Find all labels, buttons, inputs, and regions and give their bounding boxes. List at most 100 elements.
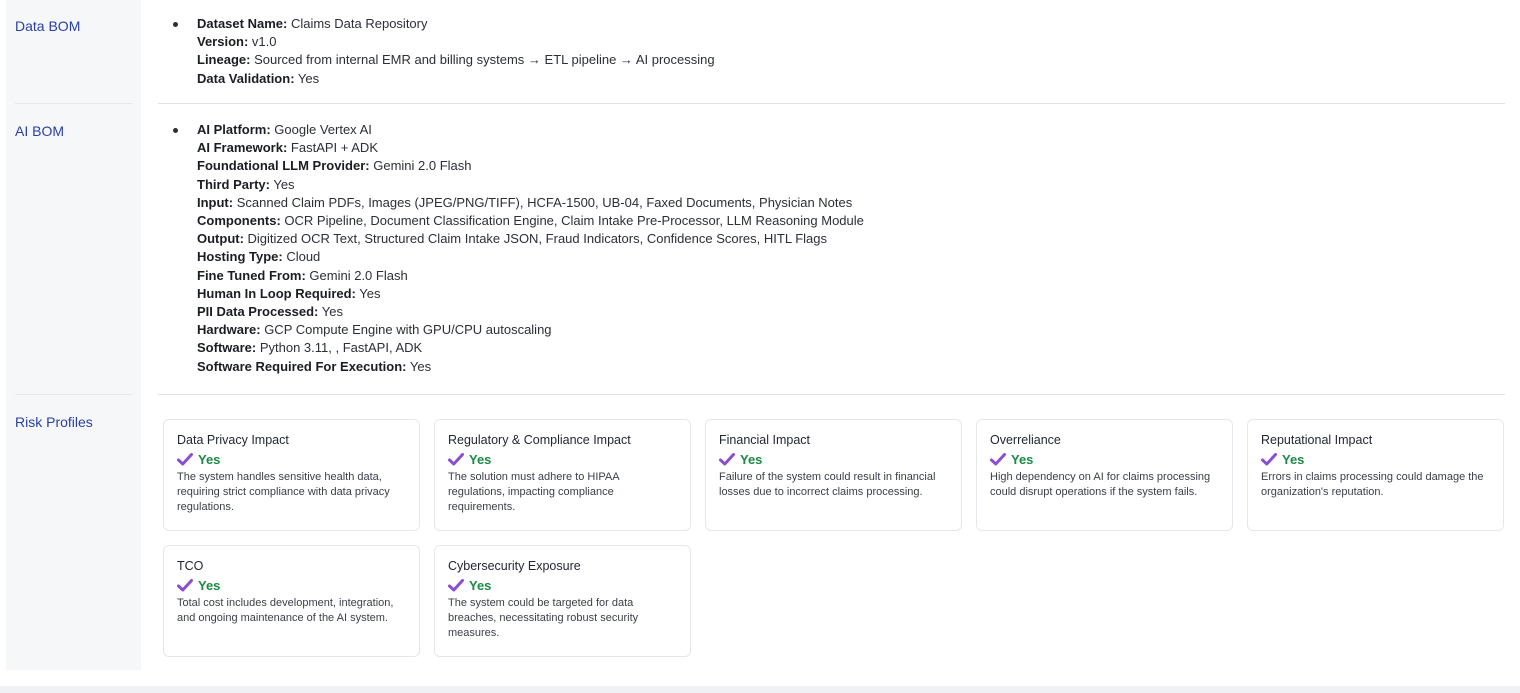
bom-entry-key: Third Party: bbox=[197, 176, 270, 192]
bom-entry-key: Hardware: bbox=[197, 322, 261, 338]
risk-status-text: Yes bbox=[469, 452, 492, 467]
bom-entry: PII Data Processed: Yes bbox=[158, 303, 1505, 321]
check-icon bbox=[719, 453, 735, 466]
risk-title: Data Privacy Impact bbox=[177, 433, 289, 447]
section-label-risk-profiles: Risk Profiles bbox=[15, 414, 93, 430]
risk-description: The solution must adhere to HIPAA regula… bbox=[448, 471, 619, 514]
bom-entry-value: Scanned Claim PDFs, Images (JPEG/PNG/TIF… bbox=[233, 194, 853, 210]
bom-entry-value: OCR Pipeline, Document Classification En… bbox=[280, 213, 864, 229]
bom-entry-value: FastAPI + ADK bbox=[287, 140, 378, 156]
risk-status: Yes bbox=[448, 452, 677, 467]
section-divider bbox=[158, 103, 1505, 104]
data-bom-list: Dataset Name: Claims Data Repository Vers… bbox=[158, 15, 1505, 88]
risk-card: TCO Yes Total cost includes development, i… bbox=[163, 545, 420, 657]
risk-status: Yes bbox=[719, 452, 948, 467]
risk-card: Cybersecurity Exposure Yes The system coul… bbox=[434, 545, 691, 657]
bom-entry: Components: OCR Pipeline, Document Class… bbox=[158, 212, 1505, 230]
bom-entry: Input: Scanned Claim PDFs, Images (JPEG/… bbox=[158, 194, 1505, 212]
bom-entry: Data Validation: Yes bbox=[158, 70, 1505, 88]
check-icon bbox=[448, 579, 464, 592]
risk-status-text: Yes bbox=[469, 578, 492, 593]
risk-title: TCO bbox=[177, 559, 204, 573]
bom-entry-key: PII Data Processed: bbox=[197, 304, 319, 320]
bom-entry-key: AI Platform: bbox=[197, 122, 271, 137]
check-icon bbox=[177, 453, 193, 466]
bom-entry-key: Fine Tuned From: bbox=[197, 267, 306, 283]
risk-status: Yes bbox=[177, 452, 406, 467]
risk-title: Reputational Impact bbox=[1261, 433, 1373, 447]
risk-status: Yes bbox=[177, 578, 406, 593]
risk-description: The system could be targeted for data br… bbox=[448, 597, 639, 640]
check-icon bbox=[990, 453, 1006, 466]
risk-status-text: Yes bbox=[1282, 452, 1305, 467]
bom-entry-value: Digitized OCR Text, Structured Claim Int… bbox=[243, 231, 827, 247]
risk-card: Overreliance Yes High dependency on AI for… bbox=[976, 419, 1233, 531]
bom-entry: Foundational LLM Provider: Gemini 2.0 Fl… bbox=[158, 157, 1505, 175]
bom-entry-key: Software Required For Execution: bbox=[197, 358, 407, 374]
bom-entry-key: Version: bbox=[197, 34, 249, 50]
bom-entry: Software Required For Execution: Yes bbox=[158, 358, 1505, 376]
risk-status-text: Yes bbox=[198, 452, 221, 467]
risk-status-text: Yes bbox=[1011, 452, 1034, 467]
bom-entry-value: Yes bbox=[355, 285, 381, 301]
bom-entry-key: Components: bbox=[197, 213, 281, 229]
bom-entry-value: GCP Compute Engine with GPU/CPU autoscal… bbox=[260, 322, 552, 338]
section-label-column bbox=[6, 0, 141, 670]
bom-entry-key: Output: bbox=[197, 231, 244, 247]
section-label-data-bom: Data BOM bbox=[15, 18, 81, 34]
risk-description: The system handles sensitive health data… bbox=[177, 471, 390, 514]
bom-entry: AI Platform: Google Vertex AI bbox=[158, 121, 1505, 139]
bom-entry-key: Lineage: bbox=[197, 52, 251, 68]
bom-entry: Human In Loop Required: Yes bbox=[158, 285, 1505, 303]
bom-entry: Fine Tuned From: Gemini 2.0 Flash bbox=[158, 267, 1505, 285]
section-label-ai-bom: AI BOM bbox=[15, 123, 65, 139]
bom-entry: Third Party: Yes bbox=[158, 176, 1505, 194]
bom-entry-value: Yes bbox=[269, 176, 295, 192]
ai-bom-content: AI Platform: Google Vertex AI AI Framewor… bbox=[158, 121, 1505, 376]
risk-status-text: Yes bbox=[740, 452, 763, 467]
risk-card: Financial Impact Yes Failure of the system… bbox=[705, 419, 962, 531]
bom-entry-value: v1.0 bbox=[248, 34, 277, 50]
bullet-icon bbox=[173, 128, 178, 133]
bom-entry-key: Input: bbox=[197, 194, 234, 210]
bom-entry-value: Yes bbox=[406, 358, 432, 374]
ai-bom-list: AI Platform: Google Vertex AI AI Framewor… bbox=[158, 121, 1505, 376]
risk-status: Yes bbox=[448, 578, 677, 593]
bom-entry-value: Yes bbox=[318, 304, 343, 320]
bom-entry-value: Claims Data Repository bbox=[287, 16, 428, 31]
risk-description: Failure of the system could result in fi… bbox=[719, 471, 936, 499]
check-icon bbox=[1261, 453, 1277, 466]
bom-entry: Dataset Name: Claims Data Repository bbox=[158, 15, 1505, 33]
bom-entry-key: Foundational LLM Provider: bbox=[197, 158, 370, 174]
check-icon bbox=[448, 453, 464, 466]
risk-description: High dependency on AI for claims process… bbox=[990, 471, 1211, 499]
bom-entry-value: Python 3.11, , FastAPI, ADK bbox=[256, 340, 423, 356]
bom-entry: Output: Digitized OCR Text, Structured C… bbox=[158, 230, 1505, 248]
bom-entry-value: Yes bbox=[294, 70, 320, 86]
risk-card: Reputational Impact Yes Errors in claims p… bbox=[1247, 419, 1504, 531]
risk-title: Cybersecurity Exposure bbox=[448, 559, 581, 573]
bom-entry-key: AI Framework: bbox=[197, 140, 288, 156]
bom-entry-key: Human In Loop Required: bbox=[197, 285, 356, 301]
risk-description: Total cost includes development, integra… bbox=[177, 597, 394, 625]
bullet-icon bbox=[173, 22, 178, 27]
bom-entry-value: Cloud bbox=[282, 249, 321, 265]
risk-title: Financial Impact bbox=[719, 433, 811, 447]
bom-entry-value: Gemini 2.0 Flash bbox=[369, 158, 472, 174]
bom-entry-value: Google Vertex AI bbox=[270, 122, 372, 137]
divider bbox=[15, 394, 132, 395]
bom-entry: AI Framework: FastAPI + ADK bbox=[158, 139, 1505, 157]
risk-status: Yes bbox=[1261, 452, 1490, 467]
bom-entry-value: Sourced from internal EMR and billing sy… bbox=[250, 52, 715, 68]
risk-description: Errors in claims processing could damage… bbox=[1261, 471, 1484, 499]
section-divider bbox=[158, 394, 1505, 395]
risk-title: Regulatory & Compliance Impact bbox=[448, 433, 631, 447]
bom-entry-key: Data Validation: bbox=[197, 70, 295, 86]
divider bbox=[15, 103, 132, 104]
risk-card: Data Privacy Impact Yes The system handles… bbox=[163, 419, 420, 531]
bom-entry: Version: v1.0 bbox=[158, 33, 1505, 51]
risk-title: Overreliance bbox=[990, 433, 1061, 447]
footer-bar bbox=[0, 686, 1520, 693]
bom-entry: Hosting Type: Cloud bbox=[158, 248, 1505, 266]
bom-entry: Lineage: Sourced from internal EMR and b… bbox=[158, 51, 1505, 69]
